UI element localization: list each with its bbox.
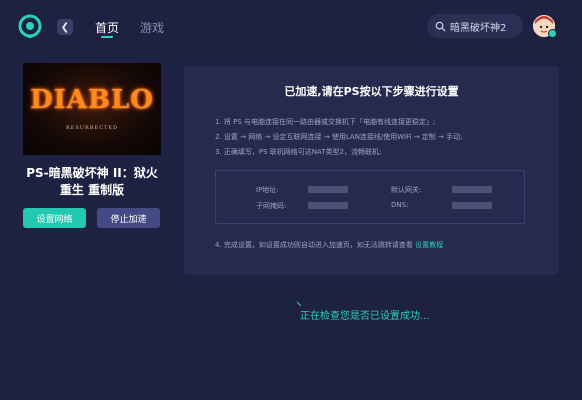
active-tab-indicator (101, 36, 113, 38)
subnet-mask-label: 子网掩码: (256, 202, 287, 210)
game-title: PS-暗黑破坏神 II：狱火 重生 重制版 (23, 165, 161, 199)
back-button[interactable]: ❮ (57, 19, 73, 35)
search-box[interactable]: 暗黑破坏神2 (427, 14, 523, 38)
tab-games[interactable]: 游戏 (140, 19, 164, 36)
step-3: 3. 正确填写，PS 联机网络可达NAT类型2，流畅联机; (215, 148, 382, 156)
dns-value (452, 202, 492, 209)
top-bar: ❮ 首页 游戏 暗黑破坏神2 (0, 0, 582, 48)
cover-subtitle: RESURRECTED (65, 125, 119, 131)
panel-title: 已加速,请在PS按以下步骤进行设置 (284, 85, 459, 98)
tab-home[interactable]: 首页 (95, 19, 119, 36)
setup-tutorial-link[interactable]: 设置教程 (415, 241, 443, 249)
power-logo-icon[interactable] (18, 14, 42, 38)
app-window: ❮ 首页 游戏 暗黑破坏神2 DIABLO RESURRECTED PS-暗黑破… (0, 0, 582, 400)
step-2: 2. 设置 → 网络 → 设定互联网连接 → 使用LAN连接线/使用WiFi →… (215, 133, 463, 141)
diamond-badge-icon (548, 29, 557, 38)
game-title-line1: PS-暗黑破坏神 II：狱火 (26, 166, 158, 180)
ip-value (308, 186, 348, 193)
step-4-text: 4. 完成设置。如设置成功则自动进入加速页，如无法跳转请查看 (215, 241, 413, 249)
instruction-panel: 已加速,请在PS按以下步骤进行设置 1. 将 PS 与电脑连接在同一路由器或交换… (184, 66, 559, 275)
setup-network-button[interactable]: 设置网络 (23, 208, 86, 228)
stop-acceleration-button[interactable]: 停止加速 (97, 208, 160, 228)
chevron-left-icon: ❮ (60, 21, 70, 33)
dns-label: DNS: (391, 201, 409, 209)
step-4: 4. 完成设置。如设置成功则自动进入加速页，如无法跳转请查看 设置教程 (215, 240, 443, 250)
search-input[interactable]: 暗黑破坏神2 (450, 19, 506, 34)
checking-status-text: 正在检查您是否已设置成功... (300, 311, 430, 322)
gateway-label: 默认网关: (391, 186, 422, 194)
subnet-mask-value (308, 202, 348, 209)
search-icon (435, 21, 446, 32)
gateway-value (452, 186, 492, 193)
ip-label: IP地址: (256, 186, 279, 194)
network-settings-box: IP地址: 子网掩码: 默认网关: DNS: (215, 170, 525, 224)
cover-logo-text: DIABLO (30, 85, 154, 115)
step-1: 1. 将 PS 与电脑连接在同一路由器或交换机下「电脑有线连接更稳定」; (215, 118, 436, 126)
game-cover-image: DIABLO RESURRECTED (23, 63, 161, 155)
game-title-line2: 重生 重制版 (59, 183, 125, 197)
